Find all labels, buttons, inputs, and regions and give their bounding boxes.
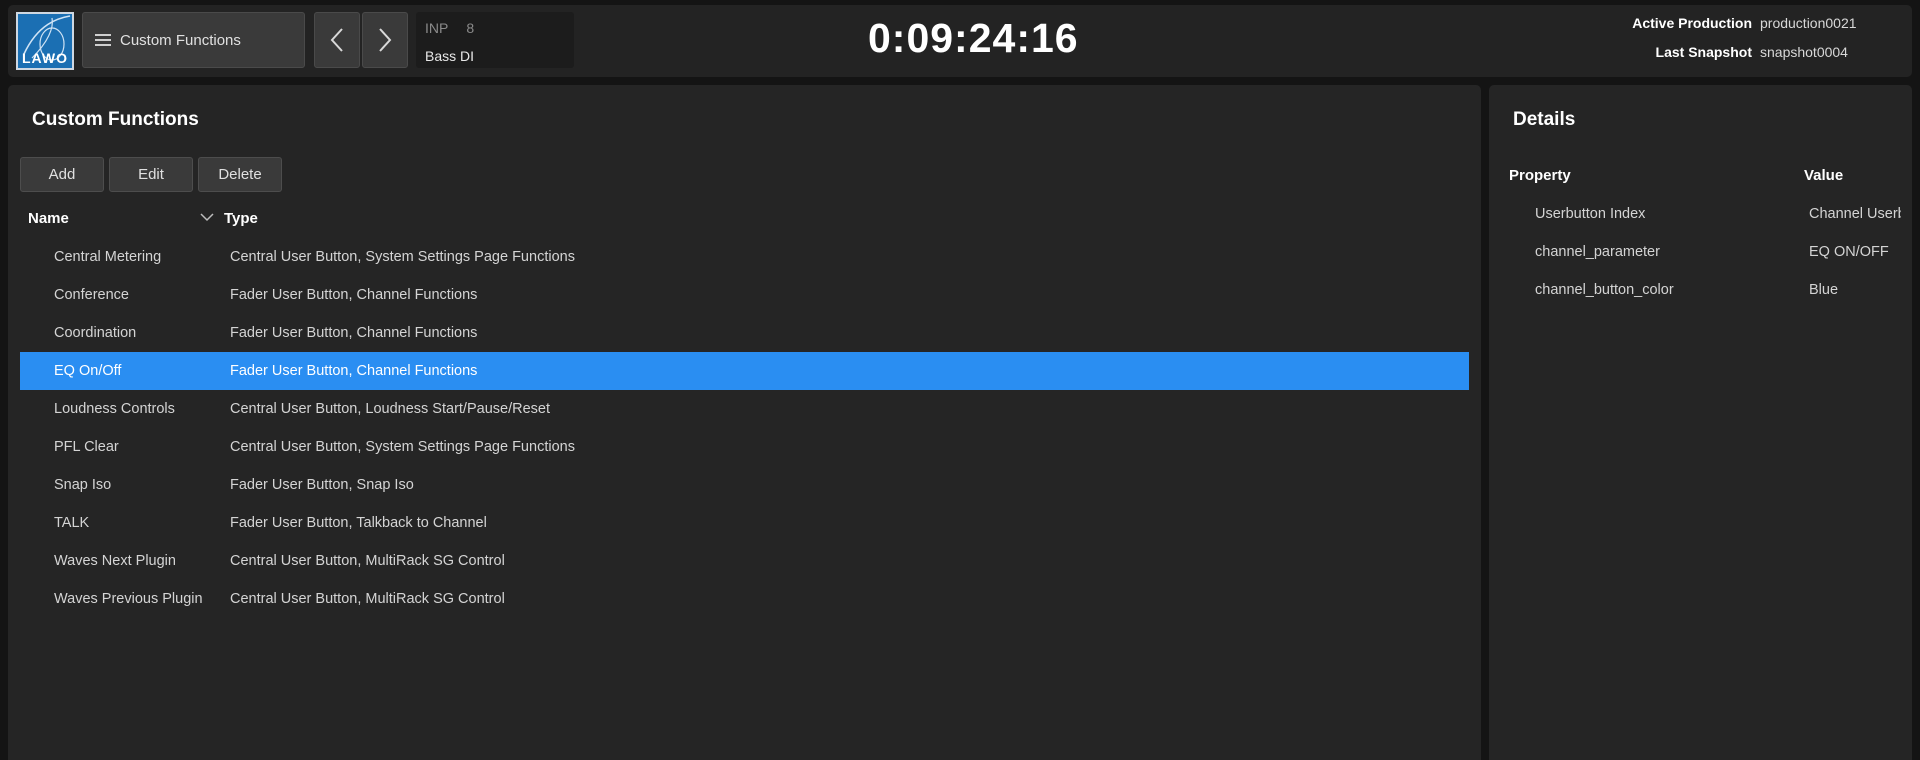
- function-name: Waves Previous Plugin: [54, 591, 203, 607]
- list-header: Name Type: [20, 203, 1469, 233]
- list-row[interactable]: Waves Previous Plugin Central User Button…: [20, 580, 1469, 618]
- function-name: Coordination: [54, 325, 137, 341]
- detail-property: Userbutton Index: [1535, 206, 1646, 222]
- next-channel-button[interactable]: [362, 12, 408, 68]
- function-name: EQ On/Off: [54, 363, 122, 379]
- function-type: Central User Button, System Settings Pag…: [230, 249, 575, 265]
- list-row[interactable]: EQ On/Off Fader User Button, Channel Func…: [20, 352, 1469, 390]
- chevron-left-icon: [330, 28, 343, 52]
- function-type: Central User Button, MultiRack SG Contro…: [230, 591, 505, 607]
- add-button[interactable]: Add: [20, 157, 104, 192]
- function-type: Central User Button, System Settings Pag…: [230, 439, 575, 455]
- delete-button[interactable]: Delete: [198, 157, 282, 192]
- panel-title: Custom Functions: [32, 109, 199, 130]
- column-header-name[interactable]: Name: [28, 210, 69, 227]
- function-type: Central User Button, MultiRack SG Contro…: [230, 553, 505, 569]
- detail-property: channel_button_color: [1535, 282, 1674, 298]
- function-name: PFL Clear: [54, 439, 119, 455]
- function-type: Fader User Button, Channel Functions: [230, 363, 478, 379]
- list-row[interactable]: PFL Clear Central User Button, System Set…: [20, 428, 1469, 466]
- active-production-label: Active Production: [1632, 15, 1752, 31]
- last-snapshot-value: snapshot0004: [1760, 44, 1848, 60]
- previous-channel-button[interactable]: [314, 12, 360, 68]
- menu-label: Custom Functions: [120, 31, 241, 49]
- function-name: Waves Next Plugin: [54, 553, 176, 569]
- timecode: 0:09:24:16: [868, 15, 1079, 61]
- last-snapshot-label: Last Snapshot: [1655, 44, 1752, 60]
- channel-name: Bass DI: [425, 48, 475, 64]
- list-row[interactable]: TALK Fader User Button, Talkback to Chann…: [20, 504, 1469, 542]
- list-row[interactable]: Coordination Fader User Button, Channel F…: [20, 314, 1469, 352]
- logo-text: LAWO: [22, 50, 68, 66]
- list-row[interactable]: Loudness Controls Central User Button, Lo…: [20, 390, 1469, 428]
- channel-type: INP: [425, 20, 449, 36]
- function-name: Loudness Controls: [54, 401, 175, 417]
- function-list: Central Metering Central User Button, Sys…: [20, 238, 1469, 618]
- channel-display[interactable]: INP 8 Bass DI: [416, 12, 574, 68]
- detail-value: EQ ON/OFF: [1809, 244, 1889, 260]
- list-row[interactable]: Conference Fader User Button, Channel Fun…: [20, 276, 1469, 314]
- details-list: Userbutton Index Channel Userb channel_par…: [1509, 200, 1904, 314]
- edit-button[interactable]: Edit: [109, 157, 193, 192]
- details-title: Details: [1513, 109, 1576, 130]
- detail-value: Blue: [1809, 282, 1839, 298]
- function-type: Fader User Button, Talkback to Channel: [230, 515, 487, 531]
- hamburger-icon: [95, 34, 111, 46]
- function-type: Fader User Button, Channel Functions: [230, 287, 478, 303]
- active-production-value: production0021: [1760, 15, 1857, 31]
- toolbar: Add Edit Delete: [20, 157, 282, 192]
- chevron-right-icon: [379, 28, 392, 52]
- top-bar: LAWO Custom Functions INP 8 Bass DI 0:09…: [8, 5, 1912, 77]
- sort-chevron-down-icon[interactable]: [200, 212, 214, 222]
- details-panel: Details Property Value Userbutton Index C…: [1489, 85, 1912, 760]
- function-name: TALK: [54, 515, 90, 531]
- column-header-property: Property: [1509, 167, 1571, 184]
- detail-row: channel_parameter EQ ON/OFF: [1509, 238, 1904, 276]
- column-header-type[interactable]: Type: [224, 210, 258, 227]
- function-type: Fader User Button, Channel Functions: [230, 325, 478, 341]
- function-type: Fader User Button, Snap Iso: [230, 477, 414, 493]
- function-name: Snap Iso: [54, 477, 112, 493]
- production-info: Active Production production0021 Last Sn…: [1632, 15, 1862, 73]
- channel-number: 8: [466, 20, 475, 36]
- list-row[interactable]: Central Metering Central User Button, Sys…: [20, 238, 1469, 276]
- function-name: Conference: [54, 287, 129, 303]
- lawo-logo: LAWO: [16, 12, 74, 70]
- list-row[interactable]: Waves Next Plugin Central User Button, Mu…: [20, 542, 1469, 580]
- function-name: Central Metering: [54, 249, 162, 265]
- detail-row: channel_button_color Blue: [1509, 276, 1904, 314]
- detail-property: channel_parameter: [1535, 244, 1660, 260]
- list-row[interactable]: Snap Iso Fader User Button, Snap Iso: [20, 466, 1469, 504]
- detail-value: Channel Userb: [1809, 206, 1901, 222]
- main-menu-button[interactable]: Custom Functions: [82, 12, 305, 68]
- function-type: Central User Button, Loudness Start/Paus…: [230, 401, 550, 417]
- detail-row: Userbutton Index Channel Userb: [1509, 200, 1904, 238]
- column-header-value: Value: [1804, 167, 1844, 184]
- custom-functions-panel: Custom Functions Add Edit Delete Name Ty…: [8, 85, 1481, 760]
